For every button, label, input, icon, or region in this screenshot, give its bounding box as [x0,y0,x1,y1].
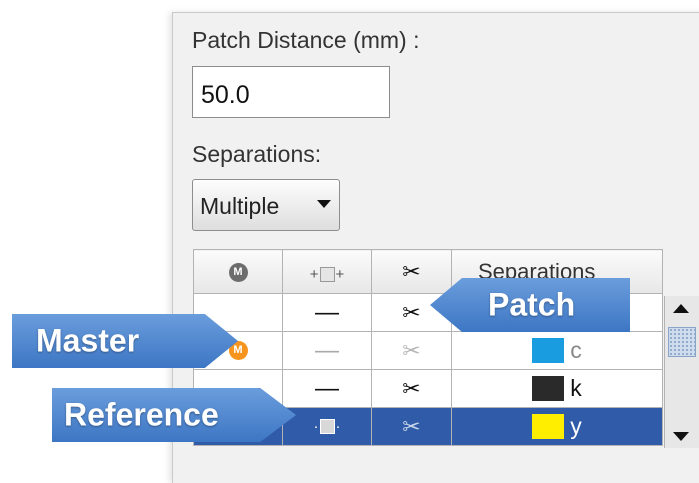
separation-cell[interactable]: c [451,331,663,370]
yellow-swatch [532,414,565,439]
separation-cell[interactable]: k [451,369,663,408]
separations-mode-value: Multiple [200,193,280,219]
separation-label: k [570,375,582,401]
separations-label: Separations: [192,141,322,167]
separation-label: c [570,337,582,363]
patch-cell[interactable]: — [282,369,372,408]
chevron-down-icon [317,200,331,208]
master-callout-label: Master [36,322,140,359]
table-row[interactable]: M — ✂ c [193,331,663,370]
cut-cell[interactable]: ✂ [371,331,452,370]
patch-cell[interactable]: · · [282,407,372,446]
black-swatch [532,376,565,401]
column-header-master[interactable]: M [193,249,283,294]
table-scrollbar[interactable] [664,296,699,448]
patch-distance-label: Patch Distance (mm) : [192,27,420,53]
scissors-icon: ✂ [402,258,421,284]
patch-callout: Patch [430,278,630,332]
column-header-patch-control[interactable]: + + [282,249,372,294]
patch-cell[interactable]: — [282,331,372,370]
separation-cell[interactable]: y [451,407,663,446]
patch-distance-input[interactable]: 50.0 [192,66,390,118]
master-callout: Master [12,314,238,368]
separation-label: y [570,413,582,439]
scrollbar-thumb[interactable] [668,327,696,357]
scroll-down-icon[interactable] [673,432,689,441]
scissors-icon: ✂ [402,413,421,439]
cut-cell[interactable]: ✂ [371,407,452,446]
minus-icon: — [315,374,339,402]
reference-callout: Reference [52,388,296,442]
patch-control-icon: + + [309,265,345,283]
scissors-icon: ✂ [402,337,421,363]
master-icon: M [228,263,248,283]
patch-callout-label: Patch [488,286,576,323]
scroll-up-icon[interactable] [673,304,689,313]
minus-icon: — [315,298,339,326]
cut-cell[interactable]: ✂ [371,369,452,408]
minus-icon: — [315,336,339,364]
column-header-cut[interactable]: ✂ [371,249,452,294]
patch-cell[interactable]: — [282,293,372,332]
cyan-swatch [532,338,565,363]
reference-callout-label: Reference [64,396,219,433]
patch-control-icon: · · [313,417,341,435]
scissors-icon: ✂ [402,299,421,325]
scissors-icon: ✂ [402,375,421,401]
separations-mode-dropdown[interactable]: Multiple [192,179,340,231]
